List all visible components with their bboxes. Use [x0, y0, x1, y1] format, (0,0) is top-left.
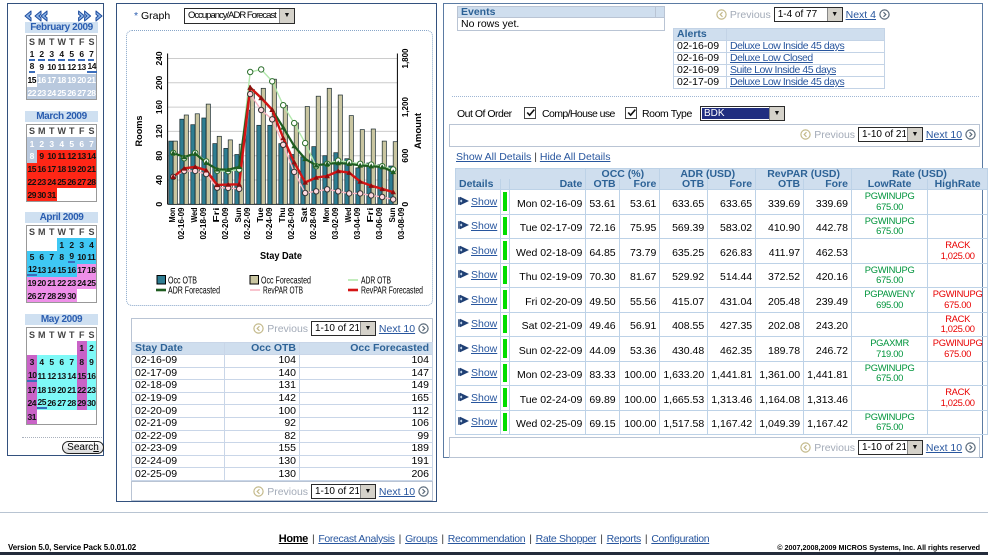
svg-text:02-24-09: 02-24-09 [264, 207, 274, 239]
svg-text:160: 160 [154, 100, 164, 114]
svg-text:02-28-09: 02-28-09 [308, 207, 318, 239]
svg-text:RevPAR Forecasted: RevPAR Forecasted [361, 286, 423, 297]
svg-text:Stay Date: Stay Date [260, 251, 302, 262]
svg-text:03-02-09: 03-02-09 [330, 207, 340, 239]
svg-text:02-26-09: 02-26-09 [286, 207, 296, 239]
svg-text:ADR Forecasted: ADR Forecasted [168, 286, 220, 297]
svg-text:120: 120 [154, 124, 164, 138]
svg-text:02-18-09: 02-18-09 [198, 207, 208, 239]
svg-text:80: 80 [154, 150, 164, 160]
svg-text:40: 40 [154, 175, 164, 185]
svg-text:1,200: 1,200 [400, 97, 410, 117]
svg-text:Rooms: Rooms [134, 116, 145, 147]
svg-text:02-20-09: 02-20-09 [220, 207, 230, 239]
svg-text:03-06-09: 03-06-09 [374, 207, 384, 239]
svg-text:02-16-09: 02-16-09 [176, 207, 186, 239]
svg-text:600: 600 [400, 148, 410, 162]
svg-text:Amount: Amount [413, 112, 424, 149]
svg-text:1,800: 1,800 [400, 48, 410, 68]
svg-text:RevPAR OTB: RevPAR OTB [263, 286, 303, 297]
svg-text:0: 0 [154, 202, 164, 207]
svg-text:03-08-09: 03-08-09 [396, 207, 406, 239]
svg-text:200: 200 [154, 76, 164, 90]
svg-text:0: 0 [400, 202, 410, 207]
svg-text:02-22-09: 02-22-09 [242, 207, 252, 239]
svg-text:03-04-09: 03-04-09 [352, 207, 362, 239]
svg-text:240: 240 [154, 51, 164, 65]
